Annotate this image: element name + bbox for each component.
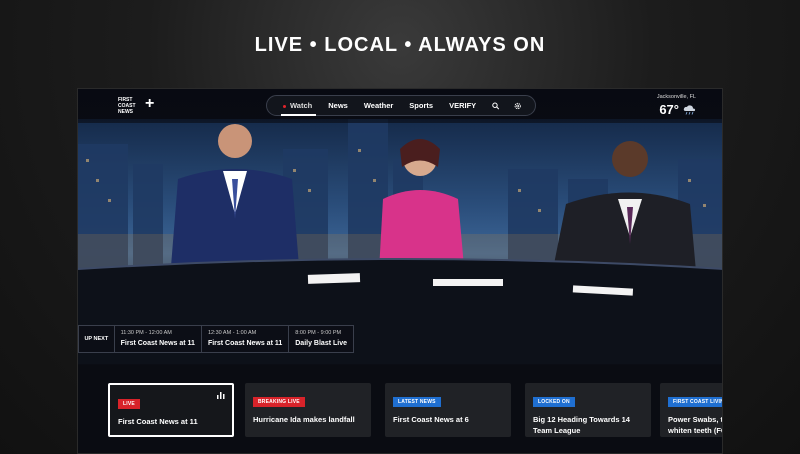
settings-icon[interactable] xyxy=(514,101,521,111)
up-next-time: 11:30 PM - 12:00 AM xyxy=(120,330,172,336)
card-title: First Coast News at 6 xyxy=(393,415,469,424)
nav-item-verify[interactable]: VERIFY xyxy=(449,101,476,110)
logo-plus-icon: + xyxy=(145,95,155,112)
top-bar: FIRST COAST NEWS + Watch News Weather Sp… xyxy=(78,89,722,123)
card-title: First Coast News at 11 xyxy=(118,417,198,426)
content-card[interactable]: LOCKED ON Big 12 Heading Towards 14 Team… xyxy=(525,383,651,437)
nav-item-watch-label: Watch xyxy=(290,101,313,110)
headline: LIVE • LOCAL • ALWAYS ON xyxy=(254,34,546,56)
up-next-label: UP NEXT xyxy=(79,326,115,352)
content-card[interactable]: BREAKING LIVE Hurricane Ida makes landfa… xyxy=(245,383,371,437)
up-next-title: Daily Blast Live xyxy=(295,340,347,347)
card-badge: BREAKING LIVE xyxy=(253,397,305,407)
content-rail: LIVE First Coast News at 11 BREAKING LIV… xyxy=(78,365,723,453)
content-card[interactable]: LATEST NEWS First Coast News at 6 xyxy=(385,383,511,437)
cloud-rain-icon xyxy=(683,104,696,115)
weather-temperature: 67° xyxy=(659,102,679,117)
content-card[interactable]: FIRST COAST LIVIN Power Swabs, the white… xyxy=(660,383,723,437)
weather-location: Jacksonville, FL xyxy=(656,94,696,100)
content-card-live[interactable]: LIVE First Coast News at 11 xyxy=(108,383,234,437)
logo-text: FIRST COAST NEWS xyxy=(118,97,136,115)
up-next-title: First Coast News at 11 xyxy=(120,340,195,347)
nav-item-news[interactable]: News xyxy=(328,101,348,110)
card-badge: LIVE xyxy=(118,399,140,409)
weather-widget[interactable]: Jacksonville, FL 67° xyxy=(657,94,696,117)
search-icon[interactable] xyxy=(492,101,500,111)
nav-item-sports[interactable]: Sports xyxy=(409,101,433,110)
nav-item-weather[interactable]: Weather xyxy=(364,101,393,110)
tv-app-screen: FIRST COAST NEWS + Watch News Weather Sp… xyxy=(77,88,723,454)
main-nav: Watch News Weather Sports VERIFY xyxy=(266,95,536,116)
up-next-time: 12:30 AM - 1:00 AM xyxy=(207,330,257,336)
station-logo[interactable]: FIRST COAST NEWS + xyxy=(118,95,156,116)
card-title: Hurricane Ida makes landfall xyxy=(253,415,355,424)
live-dot-icon xyxy=(283,104,286,108)
up-next-item[interactable]: 12:30 AM - 1:00 AM First Coast News at 1… xyxy=(202,326,290,352)
equalizer-icon xyxy=(217,392,225,399)
up-next-strip: UP NEXT 11:30 PM - 12:00 AM First Coast … xyxy=(78,325,354,353)
up-next-item[interactable]: 11:30 PM - 12:00 AM First Coast News at … xyxy=(115,326,202,352)
weather-temp-row: 67° xyxy=(657,102,696,117)
card-badge: LOCKED ON xyxy=(533,397,575,407)
up-next-item[interactable]: 8:00 PM - 9:00 PM Daily Blast Live xyxy=(289,326,353,352)
card-badge: FIRST COAST LIVIN xyxy=(668,397,722,407)
up-next-time: 8:00 PM - 9:00 PM xyxy=(295,330,342,336)
up-next-title: First Coast News at 11 xyxy=(207,340,283,347)
card-title: Big 12 Heading Towards 14 Team League xyxy=(533,415,630,435)
card-title: Power Swabs, the whiten teeth (FC xyxy=(668,415,723,435)
nav-item-watch[interactable]: Watch xyxy=(280,101,317,116)
card-badge: LATEST NEWS xyxy=(393,397,441,407)
